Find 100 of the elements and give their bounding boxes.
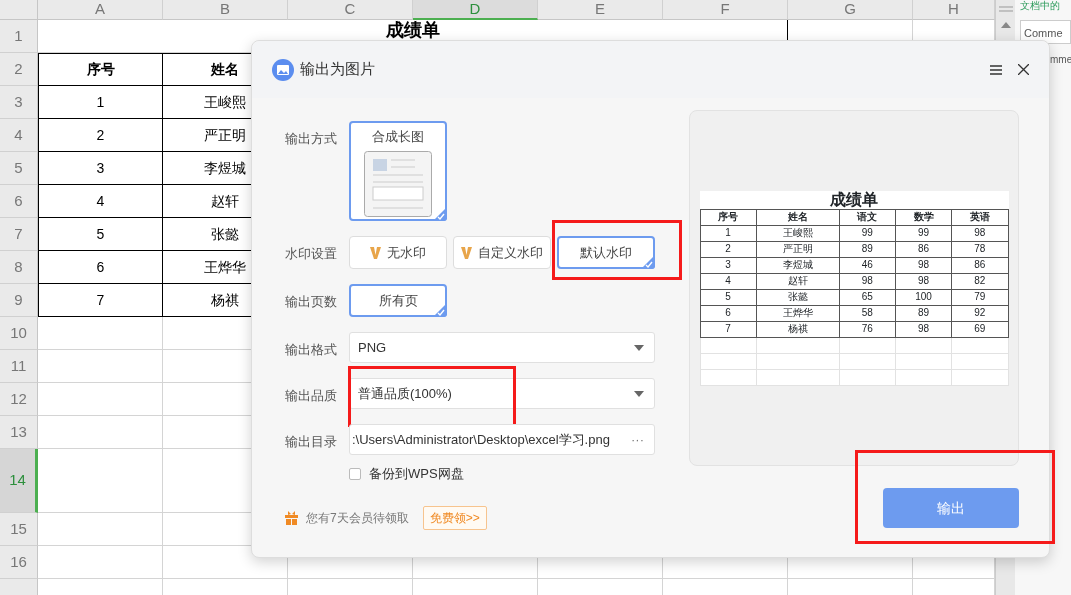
row-header[interactable]: 7: [0, 218, 38, 251]
table-cell-text: 3: [96, 158, 105, 178]
scroll-grip-icon[interactable]: [998, 6, 1013, 12]
table-cell: 78: [974, 243, 986, 254]
table-cell-text: 6: [96, 257, 105, 277]
dialog-title: 输出为图片: [300, 59, 375, 80]
path-field[interactable]: :\Users\Administrator\Desktop\excel学习.png: [352, 429, 631, 450]
claim-button[interactable]: 免费领>>: [422, 505, 487, 530]
row-header[interactable]: 5: [0, 152, 38, 185]
table-cell-text: 7: [96, 290, 105, 310]
table-cell-text: 姓名: [211, 60, 239, 79]
column-header[interactable]: A: [38, 0, 163, 20]
table-cell-text: 2: [96, 125, 105, 145]
column-header[interactable]: F: [663, 0, 788, 20]
row-header[interactable]: 11: [0, 350, 38, 383]
table-cell: 4: [725, 275, 731, 286]
row-header[interactable]: 3: [0, 86, 38, 119]
column-header[interactable]: C: [288, 0, 413, 20]
check-icon: [433, 303, 447, 317]
table-cell: 98: [918, 323, 930, 334]
column-header[interactable]: B: [163, 0, 288, 20]
row-header[interactable]: 12: [0, 383, 38, 416]
search-field[interactable]: Comme: [1020, 20, 1071, 44]
dropdown-field[interactable]: PNG: [349, 332, 655, 363]
table-cell: 98: [918, 259, 930, 270]
table-cell: 99: [861, 227, 873, 238]
preview-title: 成绩单: [829, 190, 879, 209]
table-cell: 杨祺: [787, 323, 808, 334]
check-icon: [641, 255, 655, 269]
table-cell-text: 李煜城: [204, 158, 246, 178]
row-header[interactable]: 14: [0, 449, 38, 513]
column-header[interactable]: E: [538, 0, 663, 20]
table-cell-text: 1: [96, 92, 105, 112]
checkbox[interactable]: [349, 467, 361, 480]
row-header[interactable]: 10: [0, 317, 38, 350]
check-icon: [433, 207, 447, 221]
table-cell: 46: [861, 259, 873, 270]
row-header[interactable]: 16: [0, 546, 38, 579]
table-cell: 79: [974, 291, 986, 302]
table-cell: 89: [918, 307, 930, 318]
table-cell: 王烨华: [782, 307, 813, 318]
option-card[interactable]: 自定义水印: [453, 236, 551, 269]
option-card[interactable]: 无水印: [349, 236, 447, 269]
field-label: 输出页数: [285, 293, 338, 311]
option-card[interactable]: 合成长图: [349, 121, 447, 221]
promo-text: 您有7天会员待领取: [306, 509, 409, 527]
table-cell-text: 王峻熙: [204, 92, 246, 112]
table-cell-text: 杨祺: [211, 290, 239, 310]
field-label: 输出目录: [285, 433, 338, 451]
table-cell: 82: [974, 275, 986, 286]
caret-icon: [634, 390, 644, 397]
table-cell: 58: [861, 307, 873, 318]
table-cell: 100: [915, 291, 932, 302]
table-cell: 86: [918, 243, 930, 254]
table-cell-text: 严正明: [204, 125, 246, 145]
column-header[interactable]: G: [788, 0, 913, 20]
picture-icon: [272, 58, 294, 81]
dropdown-field[interactable]: 普通品质(100%): [349, 378, 655, 409]
export-button[interactable]: 输出: [883, 488, 1019, 528]
table-cell: 92: [974, 307, 986, 318]
column-header[interactable]: D: [413, 0, 538, 20]
column-header[interactable]: H: [913, 0, 995, 20]
table-header: 英语: [969, 211, 990, 222]
list-item: mme: [1050, 53, 1071, 67]
table-cell: 69: [974, 323, 986, 334]
row-header[interactable]: 1: [0, 20, 38, 53]
table-cell: 89: [861, 243, 873, 254]
table-cell: 76: [861, 323, 873, 334]
option-card[interactable]: 所有页: [349, 284, 447, 317]
browse-button[interactable]: ···: [631, 429, 644, 450]
table-header: 序号: [718, 211, 739, 222]
scroll-up-icon[interactable]: [1000, 22, 1011, 28]
row-header[interactable]: 2: [0, 53, 38, 86]
field-label: 水印设置: [285, 245, 338, 263]
close-icon[interactable]: [1018, 64, 1029, 75]
table-cell-text: 4: [96, 191, 105, 211]
table-cell-text: 赵轩: [211, 191, 239, 211]
table-cell-text: 王烨华: [204, 257, 246, 277]
row-header[interactable]: 15: [0, 513, 38, 546]
table-cell-text: 张懿: [211, 224, 239, 244]
row-header[interactable]: 13: [0, 416, 38, 449]
table-cell-text: 序号: [86, 60, 115, 79]
checkbox-label: 备份到WPS网盘: [369, 465, 464, 483]
table-cell: 6: [725, 307, 731, 318]
table-cell: 严正明: [782, 243, 813, 254]
option-card[interactable]: 默认水印: [557, 236, 655, 269]
table-cell-text: 5: [96, 224, 105, 244]
table-cell: 王峻熙: [782, 227, 813, 238]
table-header: 姓名: [787, 211, 808, 222]
sheet-title: 成绩单: [385, 21, 440, 40]
row-header[interactable]: 6: [0, 185, 38, 218]
table-cell: 65: [861, 291, 873, 302]
menu-icon[interactable]: [990, 64, 1002, 75]
select-all-corner[interactable]: [0, 0, 38, 20]
table-cell: 86: [974, 259, 986, 270]
row-header[interactable]: 4: [0, 119, 38, 152]
table-cell: 98: [861, 275, 873, 286]
row-header[interactable]: 8: [0, 251, 38, 284]
table-header: 数学: [913, 211, 934, 222]
row-header[interactable]: 9: [0, 284, 38, 317]
